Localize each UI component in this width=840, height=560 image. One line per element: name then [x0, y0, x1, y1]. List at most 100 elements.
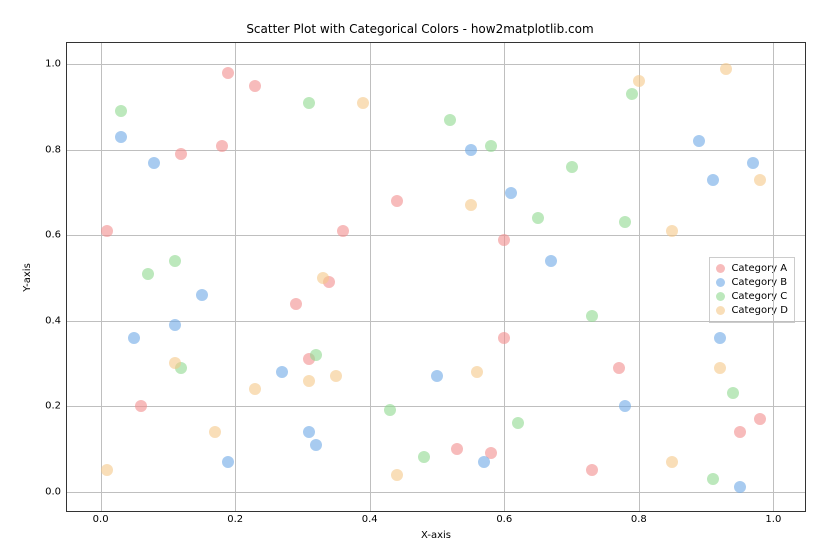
- scatter-point: [505, 187, 517, 199]
- scatter-point: [734, 426, 746, 438]
- figure: Scatter Plot with Categorical Colors - h…: [0, 0, 840, 560]
- scatter-point: [196, 289, 208, 301]
- y-axis-label: Y-axis: [22, 263, 33, 292]
- plot-area: Category A Category B Category C Category D…: [66, 42, 806, 512]
- y-tick-label: 0.8: [45, 144, 61, 155]
- y-tick-label: 0.0: [45, 486, 61, 497]
- scatter-point: [128, 332, 140, 344]
- grid-line-vertical: [370, 43, 371, 511]
- scatter-point: [707, 473, 719, 485]
- scatter-point: [707, 174, 719, 186]
- scatter-point: [101, 225, 113, 237]
- scatter-point: [391, 195, 403, 207]
- scatter-point: [303, 375, 315, 387]
- scatter-point: [633, 75, 645, 87]
- scatter-point: [754, 174, 766, 186]
- scatter-point: [754, 413, 766, 425]
- scatter-point: [175, 148, 187, 160]
- grid-line-vertical: [504, 43, 505, 511]
- y-tick-label: 0.4: [45, 315, 61, 326]
- grid-line-horizontal: [67, 406, 805, 407]
- legend-swatch-icon: [716, 264, 725, 273]
- scatter-point: [613, 362, 625, 374]
- grid-line-vertical: [773, 43, 774, 511]
- x-tick-label: 0.8: [631, 514, 647, 525]
- legend-label: Category C: [731, 291, 787, 302]
- scatter-point: [135, 400, 147, 412]
- y-tick-label: 0.2: [45, 401, 61, 412]
- scatter-point: [384, 404, 396, 416]
- scatter-point: [222, 67, 234, 79]
- legend-label: Category D: [731, 305, 788, 316]
- scatter-point: [714, 332, 726, 344]
- scatter-point: [310, 439, 322, 451]
- scatter-point: [115, 105, 127, 117]
- scatter-point: [720, 63, 732, 75]
- scatter-point: [465, 144, 477, 156]
- scatter-point: [747, 157, 759, 169]
- legend-item: Category A: [716, 262, 788, 276]
- grid-line-horizontal: [67, 235, 805, 236]
- legend-label: Category B: [731, 277, 787, 288]
- legend-swatch-icon: [716, 306, 725, 315]
- scatter-point: [465, 199, 477, 211]
- y-axis-label-container: Y-axis: [20, 42, 34, 512]
- x-tick-label: 0.4: [362, 514, 378, 525]
- grid-line-vertical: [101, 43, 102, 511]
- grid-line-horizontal: [67, 64, 805, 65]
- legend: Category A Category B Category C Category D: [709, 257, 795, 323]
- scatter-point: [714, 362, 726, 374]
- grid-line-vertical: [639, 43, 640, 511]
- y-tick-label: 1.0: [45, 59, 61, 70]
- x-tick-label: 0.0: [93, 514, 109, 525]
- scatter-point: [444, 114, 456, 126]
- legend-item: Category D: [716, 304, 788, 318]
- scatter-point: [727, 387, 739, 399]
- scatter-point: [431, 370, 443, 382]
- scatter-point: [148, 157, 160, 169]
- scatter-point: [310, 349, 322, 361]
- scatter-point: [169, 319, 181, 331]
- scatter-point: [471, 366, 483, 378]
- legend-item: Category C: [716, 290, 788, 304]
- scatter-point: [391, 469, 403, 481]
- scatter-point: [586, 464, 598, 476]
- scatter-point: [337, 225, 349, 237]
- scatter-point: [115, 131, 127, 143]
- scatter-point: [357, 97, 369, 109]
- legend-swatch-icon: [716, 278, 725, 287]
- legend-item: Category B: [716, 276, 788, 290]
- scatter-point: [209, 426, 221, 438]
- scatter-point: [619, 400, 631, 412]
- scatter-point: [169, 255, 181, 267]
- scatter-point: [418, 451, 430, 463]
- scatter-point: [249, 80, 261, 92]
- scatter-point: [626, 88, 638, 100]
- scatter-point: [545, 255, 557, 267]
- scatter-point: [666, 225, 678, 237]
- scatter-point: [498, 234, 510, 246]
- scatter-point: [512, 417, 524, 429]
- scatter-point: [330, 370, 342, 382]
- scatter-point: [249, 383, 261, 395]
- scatter-point: [478, 456, 490, 468]
- scatter-point: [485, 140, 497, 152]
- y-tick-label: 0.6: [45, 230, 61, 241]
- scatter-point: [101, 464, 113, 476]
- scatter-point: [142, 268, 154, 280]
- scatter-point: [222, 456, 234, 468]
- scatter-point: [317, 272, 329, 284]
- scatter-point: [290, 298, 302, 310]
- x-tick-label: 1.0: [765, 514, 781, 525]
- scatter-point: [169, 357, 181, 369]
- x-axis-label: X-axis: [66, 530, 806, 541]
- scatter-point: [566, 161, 578, 173]
- chart-title: Scatter Plot with Categorical Colors - h…: [0, 22, 840, 36]
- scatter-point: [734, 481, 746, 493]
- legend-label: Category A: [731, 263, 787, 274]
- legend-swatch-icon: [716, 292, 725, 301]
- scatter-point: [586, 310, 598, 322]
- scatter-point: [619, 216, 631, 228]
- scatter-point: [303, 426, 315, 438]
- x-tick-label: 0.6: [496, 514, 512, 525]
